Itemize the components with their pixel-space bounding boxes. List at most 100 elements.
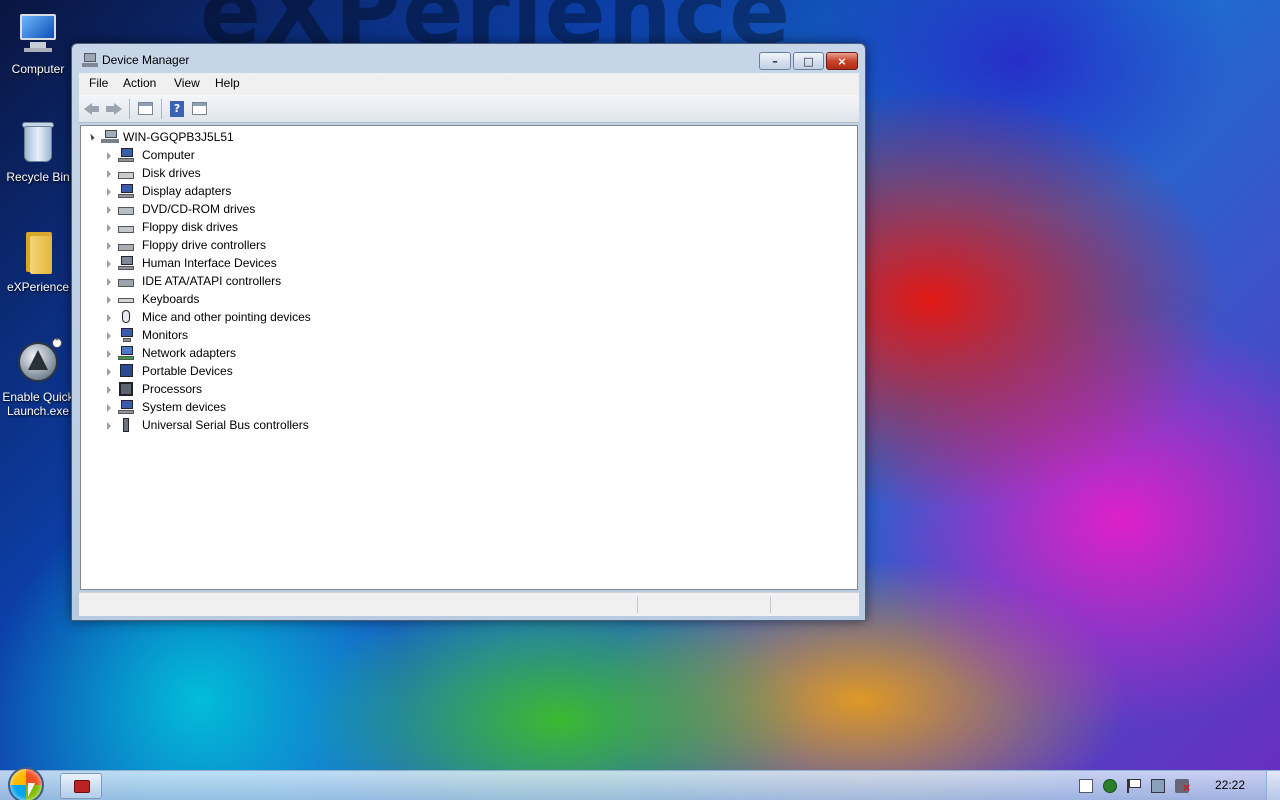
device-manager-window[interactable]: Device Manager – □ × File Action View He… — [71, 43, 866, 621]
show-hide-console-tree-button[interactable] — [136, 100, 154, 118]
desktop-icon-enable-quick-launch[interactable]: ⌃ Enable Quick Launch.exe — [0, 338, 76, 418]
minimize-icon: – — [772, 55, 778, 68]
recycle-bin-icon — [14, 118, 62, 166]
tree-item-label: Network adapters — [142, 346, 237, 360]
mouse-icon — [118, 310, 134, 325]
dvd-drive-icon — [118, 202, 134, 217]
expand-arrow-icon[interactable] — [107, 368, 111, 376]
desktop-icon-experience-folder[interactable]: eXPerience — [0, 228, 76, 294]
start-button[interactable] — [8, 767, 44, 800]
maximize-button[interactable]: □ — [793, 52, 824, 70]
folder-icon — [14, 228, 62, 276]
portable-device-icon — [118, 364, 134, 379]
back-button[interactable] — [83, 100, 101, 118]
tree-item-label: System devices — [142, 400, 227, 414]
show-desktop-button[interactable] — [1266, 771, 1280, 800]
computer-icon — [14, 10, 62, 58]
desktop-icon-computer[interactable]: Computer — [0, 10, 76, 76]
properties-pane-button[interactable] — [190, 100, 208, 118]
document-icon[interactable] — [1079, 779, 1093, 793]
expand-arrow-icon[interactable] — [107, 188, 111, 196]
title-bar[interactable]: Device Manager – □ × — [72, 44, 865, 74]
tree-item-label: Keyboards — [142, 292, 200, 306]
properties-pane-icon — [192, 102, 207, 115]
minimize-button[interactable]: – — [759, 52, 791, 70]
device-manager-icon — [82, 53, 98, 67]
expand-arrow-icon[interactable] — [107, 386, 111, 394]
desktop-icon-label: eXPerience — [6, 280, 70, 294]
taskbar-button-device-manager[interactable] — [60, 773, 102, 799]
expand-arrow-icon[interactable] — [107, 332, 111, 340]
tree-item-label: Mice and other pointing devices — [142, 310, 311, 324]
menu-action[interactable]: Action — [123, 76, 156, 90]
device-tree[interactable]: WIN-GGQPB3J5L51 Computer Disk drives Dis… — [80, 125, 858, 590]
speaker-muted-icon[interactable] — [1175, 779, 1191, 794]
desktop-icon-recycle-bin[interactable]: Recycle Bin — [0, 118, 76, 184]
mouse-cursor-icon — [28, 783, 35, 797]
floppy-controller-icon — [118, 238, 134, 253]
tree-item-label: IDE ATA/ATAPI controllers — [142, 274, 282, 288]
status-separator — [637, 596, 638, 613]
maximize-icon: □ — [803, 55, 814, 68]
desktop-icon-label: Computer — [11, 62, 65, 76]
window-title: Device Manager — [102, 53, 190, 67]
menu-file[interactable]: File — [89, 76, 108, 90]
expand-arrow-icon[interactable] — [107, 422, 111, 430]
quick-launch-icon: ⌃ — [14, 338, 62, 386]
tree-item-label: Universal Serial Bus controllers — [142, 418, 309, 432]
monitor-icon — [118, 328, 134, 343]
expand-arrow-icon[interactable] — [107, 242, 111, 250]
display-adapter-icon — [118, 184, 134, 199]
computer-network-icon — [101, 130, 119, 144]
tree-item-label: DVD/CD-ROM drives — [142, 202, 256, 216]
expand-arrow-icon[interactable] — [107, 404, 111, 412]
close-button[interactable]: × — [826, 52, 858, 70]
toolbar: ? — [79, 95, 859, 123]
expand-arrow-icon[interactable] — [107, 224, 111, 232]
status-separator — [770, 596, 771, 613]
tree-item-label: Portable Devices — [142, 364, 233, 378]
status-bar — [79, 592, 859, 616]
display-icon[interactable] — [1151, 779, 1165, 793]
help-button[interactable]: ? — [168, 100, 186, 118]
system-devices-icon — [118, 400, 134, 415]
toolbar-separator — [129, 99, 130, 119]
tree-item-label: Monitors — [142, 328, 189, 342]
desktop-icon-label: Recycle Bin — [6, 170, 70, 184]
show-hide-console-tree-icon — [138, 102, 153, 115]
tree-root-label: WIN-GGQPB3J5L51 — [123, 130, 234, 144]
taskbar-clock[interactable]: 22:22 — [1215, 778, 1245, 792]
computer-icon — [118, 148, 134, 163]
network-adapter-icon — [118, 346, 134, 361]
expand-arrow-icon[interactable] — [107, 206, 111, 214]
ide-controller-icon — [118, 274, 134, 289]
expand-arrow-icon[interactable] — [107, 314, 111, 322]
expand-arrow-icon[interactable] — [107, 170, 111, 178]
taskbar: 22:22 — [0, 767, 1280, 800]
expand-arrow-icon[interactable] — [107, 296, 111, 304]
device-manager-taskbar-icon — [74, 780, 90, 793]
menu-view[interactable]: View — [174, 76, 200, 90]
expand-arrow-icon[interactable] — [107, 260, 111, 268]
floppy-disk-icon — [118, 220, 134, 235]
tree-item-label: Computer — [142, 148, 195, 162]
tree-item-label: Floppy drive controllers — [142, 238, 267, 252]
expand-arrow-icon[interactable] — [107, 152, 111, 160]
expand-arrow-icon[interactable] — [107, 278, 111, 286]
tree-item-label: Human Interface Devices — [142, 256, 277, 270]
toolbar-separator — [161, 99, 162, 119]
usb-icon — [118, 418, 134, 433]
network-icon[interactable] — [1103, 779, 1117, 793]
tree-item-label: Floppy disk drives — [142, 220, 239, 234]
menu-bar: File Action View Help — [79, 73, 859, 95]
collapse-arrow-icon[interactable] — [87, 133, 95, 141]
forward-button[interactable] — [105, 100, 123, 118]
hid-icon — [118, 256, 134, 271]
tree-item-label: Processors — [142, 382, 203, 396]
desktop-icon-label: Enable Quick Launch.exe — [2, 390, 74, 418]
action-center-flag-icon[interactable] — [1127, 779, 1141, 793]
expand-arrow-icon[interactable] — [107, 350, 111, 358]
help-icon: ? — [170, 101, 184, 117]
keyboard-icon — [118, 292, 134, 307]
menu-help[interactable]: Help — [215, 76, 240, 90]
